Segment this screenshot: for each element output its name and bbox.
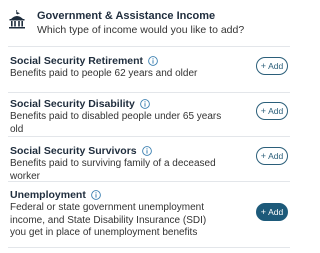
add-social-security-disability-button[interactable]: + Add [256, 102, 288, 120]
option-title: Social Security Disability [10, 98, 135, 110]
income-option-social-security-disability: Social Security Disability Benefits paid… [0, 93, 300, 137]
add-label: Add [268, 106, 284, 116]
income-option-unemployment: Unemployment Federal or state government… [0, 182, 300, 246]
option-description: Benefits paid to disabled people under 6… [10, 111, 222, 135]
info-icon[interactable] [148, 56, 158, 66]
plus-icon: + [260, 61, 267, 71]
option-description: Federal or state government unemployment… [10, 202, 207, 238]
option-title-row: Social Security Disability [10, 98, 150, 110]
divider [8, 247, 290, 248]
option-description: Benefits paid to surviving family of a d… [10, 158, 216, 182]
plus-icon: + [260, 207, 267, 217]
add-label: Add [268, 61, 284, 71]
plus-icon: + [260, 106, 267, 116]
option-description: Benefits paid to people 62 years and old… [10, 68, 198, 79]
option-title-row: Unemployment [10, 189, 101, 201]
info-icon[interactable] [141, 146, 152, 156]
option-title: Social Security Retirement [10, 55, 144, 67]
income-option-social-security-retirement: Social Security Retirement Benefits paid… [0, 47, 300, 91]
option-title: Unemployment [10, 189, 86, 201]
add-social-security-survivors-button[interactable]: + Add [256, 147, 288, 165]
section-title: Government & Assistance Income [37, 10, 216, 22]
section-header: Government & Assistance Income Which typ… [0, 0, 300, 42]
add-social-security-retirement-button[interactable]: + Add [256, 57, 288, 75]
government-building-icon [9, 10, 25, 29]
add-label: Add [268, 151, 284, 161]
option-title-row: Social Security Survivors [10, 145, 152, 157]
plus-icon: + [260, 151, 267, 161]
add-label: Add [268, 207, 284, 217]
info-icon[interactable] [90, 190, 101, 200]
option-title: Social Security Survivors [10, 145, 137, 157]
info-icon[interactable] [140, 99, 150, 109]
add-unemployment-button[interactable]: + Add [256, 203, 288, 221]
income-option-social-security-survivors: Social Security Survivors Benefits paid … [0, 137, 300, 182]
section-subtitle: Which type of income would you like to a… [37, 24, 245, 36]
option-title-row: Social Security Retirement [10, 55, 158, 67]
